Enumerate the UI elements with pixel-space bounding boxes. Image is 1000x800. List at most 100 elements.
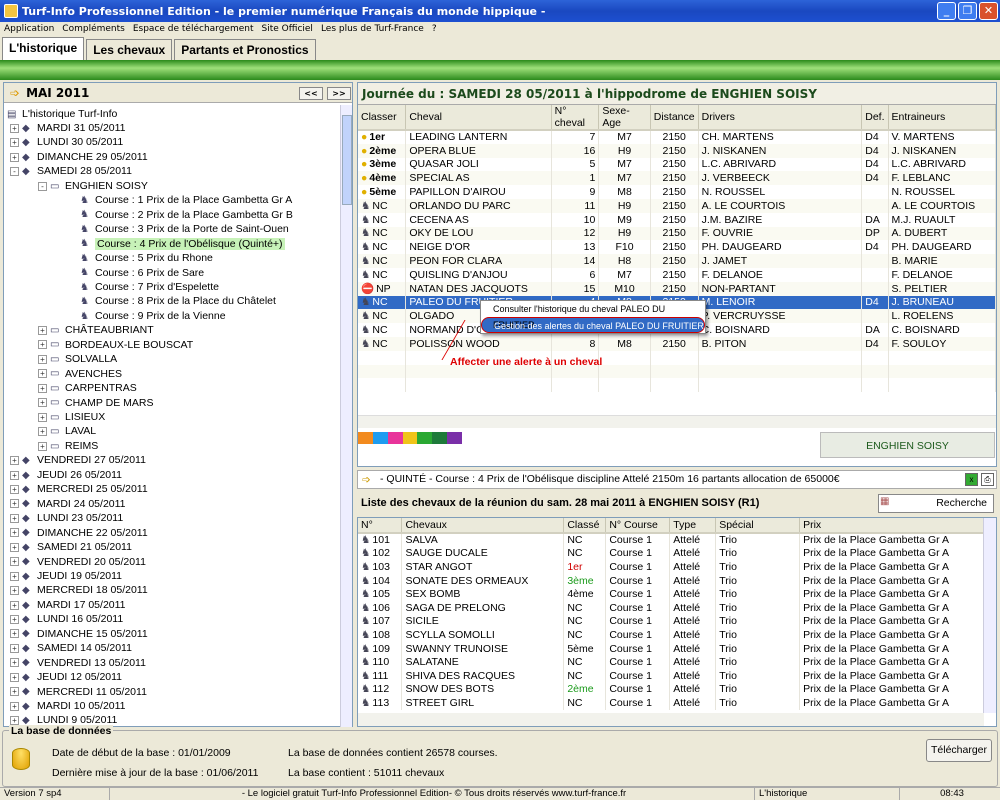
- race-row[interactable]: ♞ NC QUISLING D'ANJOU 6 M7 2150 F. DELANOE F. D…: [358, 267, 996, 282]
- expand-icon[interactable]: +: [10, 586, 19, 596]
- tree-node[interactable]: + ◆ SAMEDI 21 05/2011: [10, 540, 132, 554]
- tree-node[interactable]: + ▭ SOLVALLA: [38, 352, 117, 366]
- race-row[interactable]: ● 5ème PAPILLON D'AIROU 9 M8 2150 N. ROUSSEL N.…: [358, 185, 996, 199]
- tree-node[interactable]: + ◆ DIMANCHE 29 05/2011: [10, 150, 148, 164]
- tree-node[interactable]: + ▭ REIMS: [38, 439, 98, 453]
- expand-icon[interactable]: +: [10, 600, 19, 610]
- expand-icon[interactable]: +: [10, 643, 19, 653]
- expand-icon[interactable]: +: [38, 340, 47, 350]
- list-row[interactable]: ♞ 102 SAUGE DUCALE NC Course 1 Attelé Trio Prix…: [358, 546, 984, 561]
- tab-historique[interactable]: L'historique: [2, 37, 85, 60]
- list-column-header[interactable]: Chevaux: [401, 518, 565, 534]
- tree-node[interactable]: + ◆ DIMANCHE 15 05/2011: [10, 627, 148, 641]
- color-swatch[interactable]: [417, 432, 433, 444]
- expand-icon[interactable]: +: [38, 427, 47, 437]
- tree-node[interactable]: ♞ Course : 3 Prix de la Porte de Saint-Ou…: [68, 222, 289, 236]
- tree-node[interactable]: ♞ Course : 7 Prix d'Espelette: [68, 280, 219, 294]
- tree-node[interactable]: + ▭ CARPENTRAS: [38, 381, 137, 395]
- race-row[interactable]: ● 4ème SPECIAL AS 1 M7 2150 J. VERBEECK D4 F. LE…: [358, 171, 996, 186]
- download-button[interactable]: Télécharger: [926, 739, 992, 762]
- ctx-consult-history[interactable]: Consulter l'historique du cheval PALEO D…: [481, 301, 705, 330]
- tree-node[interactable]: ♞ Course : 9 Prix de la Vienne: [68, 309, 226, 323]
- expand-icon[interactable]: +: [10, 716, 19, 726]
- expand-icon[interactable]: +: [10, 701, 19, 711]
- expand-icon[interactable]: +: [10, 484, 19, 494]
- expand-icon[interactable]: +: [10, 658, 19, 668]
- expand-icon[interactable]: +: [10, 672, 19, 682]
- tree-node[interactable]: - ▭ ENGHIEN SOISY: [38, 179, 148, 193]
- prev-month-button[interactable]: <<: [299, 87, 323, 100]
- menu-complements[interactable]: Compléments: [58, 24, 129, 34]
- tree-node[interactable]: ♞ Course : 1 Prix de la Place Gambetta Gr…: [68, 193, 292, 207]
- expand-icon[interactable]: +: [38, 383, 47, 393]
- tree-node[interactable]: + ◆ MERCREDI 18 05/2011: [10, 583, 148, 597]
- list-row[interactable]: ♞ 109 SWANNY TRUNOISE 5ème Course 1 Attelé Tri…: [358, 641, 984, 656]
- tree-node[interactable]: + ▭ AVENCHES: [38, 367, 122, 381]
- list-column-header[interactable]: Type: [669, 518, 717, 534]
- race-row[interactable]: ♞ NC ORLANDO DU PARC 11 H9 2150 A. LE COURTOIS…: [358, 198, 996, 213]
- menu-telechargement[interactable]: Espace de téléchargement: [129, 24, 258, 34]
- tree-node[interactable]: ♞ Course : 6 Prix de Sare: [68, 266, 204, 280]
- race-row[interactable]: ● 2ème OPERA BLUE 16 H9 2150 J. NISKANEN D4 J. N…: [358, 143, 996, 158]
- color-swatch[interactable]: [432, 432, 448, 444]
- expand-icon[interactable]: +: [38, 412, 47, 422]
- tree-node[interactable]: + ◆ LUNDI 30 05/2011: [10, 135, 123, 149]
- expand-icon[interactable]: +: [10, 138, 19, 148]
- expand-icon[interactable]: +: [10, 557, 19, 567]
- race-column-header[interactable]: Sexe-Age: [598, 105, 651, 131]
- list-scrollbar[interactable]: [983, 518, 996, 713]
- list-row[interactable]: ♞ 113 STREET GIRL NC Course 1 Attelé Trio Prix …: [358, 696, 984, 710]
- tree-node[interactable]: + ◆ DIMANCHE 22 05/2011: [10, 526, 148, 540]
- tree-node[interactable]: + ◆ VENDREDI 27 05/2011: [10, 453, 146, 467]
- race-row[interactable]: ⛔ NP NATAN DES JACQUOTS 15 M10 2150 NON-PARTAN…: [358, 281, 996, 296]
- expand-icon[interactable]: +: [38, 369, 47, 379]
- tree-node[interactable]: + ▭ CHÂTEAUBRIANT: [38, 323, 154, 337]
- tab-partants[interactable]: Partants et Pronostics: [174, 39, 316, 60]
- race-column-header[interactable]: Entraineurs: [888, 105, 996, 131]
- tree-node[interactable]: + ◆ LUNDI 16 05/2011: [10, 612, 123, 626]
- expand-icon[interactable]: +: [10, 470, 19, 480]
- tree-node[interactable]: + ◆ VENDREDI 20 05/2011: [10, 555, 146, 569]
- expand-icon[interactable]: +: [38, 354, 47, 364]
- tree-node[interactable]: + ◆ MARDI 24 05/2011: [10, 497, 126, 511]
- maximize-button[interactable]: ❐: [958, 2, 977, 20]
- expand-icon[interactable]: +: [38, 441, 47, 451]
- list-row[interactable]: ♞ 106 SAGA DE PRELONG NC Course 1 Attelé Trio P…: [358, 600, 984, 615]
- collapse-icon[interactable]: -: [38, 181, 47, 191]
- race-column-header[interactable]: Classer: [358, 105, 407, 131]
- expand-icon[interactable]: +: [38, 398, 47, 408]
- color-swatch[interactable]: [447, 432, 463, 444]
- list-column-header[interactable]: N° Course: [605, 518, 671, 534]
- menu-help[interactable]: ?: [428, 24, 441, 34]
- color-swatch[interactable]: [402, 432, 418, 444]
- tree-node[interactable]: + ◆ MERCREDI 11 05/2011: [10, 685, 147, 699]
- tree-node[interactable]: + ◆ JEUDI 12 05/2011: [10, 670, 122, 684]
- tree-node[interactable]: ♞ Course : 8 Prix de la Place du Châtelet: [68, 294, 276, 308]
- tree-node[interactable]: + ◆ MARDI 17 05/2011: [10, 598, 126, 612]
- tree-node[interactable]: + ▭ LISIEUX: [38, 410, 105, 424]
- tree-node[interactable]: + ◆ MERCREDI 25 05/2011: [10, 482, 148, 496]
- race-row[interactable]: ♞ NC PEON FOR CLARA 14 H8 2150 J. JAMET B. MARI…: [358, 254, 996, 268]
- list-column-header[interactable]: N°: [358, 518, 403, 534]
- race-row[interactable]: ♞ NC CECENA AS 10 M9 2150 J.M. BAZIRE DA M.J. RU…: [358, 212, 996, 227]
- expand-icon[interactable]: +: [10, 687, 19, 697]
- tree-node[interactable]: + ◆ MARDI 10 05/2011: [10, 699, 126, 713]
- color-swatch[interactable]: [372, 432, 388, 444]
- list-row[interactable]: ♞ 107 SICILE NC Course 1 Attelé Trio Prix de la…: [358, 614, 984, 629]
- collapse-icon[interactable]: -: [10, 167, 19, 177]
- race-hscrollbar[interactable]: [358, 415, 996, 428]
- expand-icon[interactable]: +: [10, 152, 19, 162]
- tree-node[interactable]: + ◆ JEUDI 19 05/2011: [10, 569, 122, 583]
- search-button[interactable]: Recherche: [878, 494, 994, 513]
- tree-node[interactable]: ♞ Course : 2 Prix de la Place Gambetta Gr…: [68, 208, 293, 222]
- minimize-button[interactable]: _: [937, 2, 956, 20]
- tree-node[interactable]: + ▭ LAVAL: [38, 424, 96, 438]
- tree-node[interactable]: + ▭ BORDEAUX-LE BOUSCAT: [38, 338, 193, 352]
- tree-node[interactable]: + ◆ JEUDI 26 05/2011: [10, 468, 122, 482]
- list-row[interactable]: ♞ 104 SONATE DES ORMEAUX 3ème Course 1 Attelé…: [358, 573, 984, 588]
- ctx-manage-alerts[interactable]: Gestion des alertes du cheval PALEO DU F…: [481, 317, 705, 333]
- list-row[interactable]: ♞ 110 SALATANE NC Course 1 Attelé Trio Prix de …: [358, 655, 984, 669]
- print-icon[interactable]: ⎙: [981, 473, 994, 486]
- race-column-header[interactable]: Cheval: [405, 105, 552, 131]
- tree-node[interactable]: + ◆ MARDI 31 05/2011: [10, 121, 126, 135]
